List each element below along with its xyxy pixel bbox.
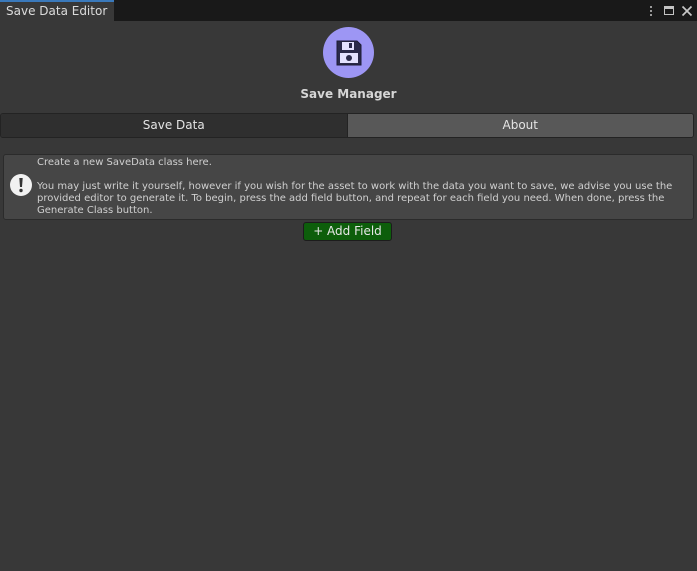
tab-bar: Save Data Editor	[0, 0, 697, 22]
editor-window-tab[interactable]: Save Data Editor	[0, 0, 114, 22]
save-data-editor-window: Save Data Editor Save Manager Save Data …	[0, 0, 697, 571]
page-title: Save Manager	[300, 87, 397, 101]
kebab-menu-icon[interactable]	[645, 3, 657, 19]
maximize-icon[interactable]	[663, 3, 675, 19]
tab-about[interactable]: About	[347, 114, 693, 137]
help-box: Create a new SaveData class here. You ma…	[3, 154, 694, 220]
warning-icon	[9, 173, 33, 201]
help-text-line-1: Create a new SaveData class here.	[37, 157, 212, 168]
add-field-button[interactable]: + Add Field	[303, 222, 392, 241]
window-controls	[645, 2, 693, 20]
close-icon[interactable]	[681, 3, 693, 19]
help-text: Create a new SaveData class here. You ma…	[37, 157, 687, 217]
tab-save-data[interactable]: Save Data	[1, 114, 348, 137]
floppy-disk-icon	[323, 27, 374, 78]
section-toolbar: Save Data About	[0, 113, 694, 138]
help-text-line-2: You may just write it yourself, however …	[37, 181, 673, 216]
